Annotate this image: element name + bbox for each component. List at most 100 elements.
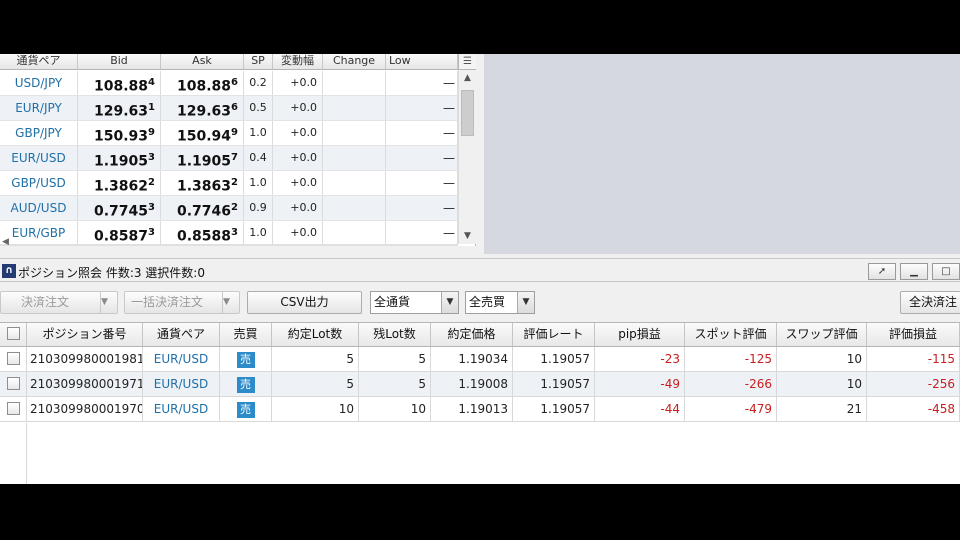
bid-price[interactable]: 0.77453 [78,196,161,220]
col-pair[interactable]: 通貨ペア [0,54,78,69]
rate-row[interactable]: EUR/JPY 129.631 129.636 0.5 +0.0— [0,96,458,121]
settle-all-button[interactable]: 全決済注 [900,291,960,314]
rate-row[interactable]: AUD/USD 0.77453 0.77462 0.9 +0.0— [0,196,458,221]
chevron-down-icon[interactable]: ▼ [222,292,239,313]
bid-pip: 2 [148,177,155,188]
rate-pair[interactable]: GBP/JPY [0,121,78,145]
ask-price[interactable]: 129.636 [161,96,244,120]
ask-price[interactable]: 0.85883 [161,221,244,245]
position-row[interactable]: 2103099800019709 EUR/USD 売 10 10 1.19013 1.190… [0,397,960,422]
position-row[interactable]: 2103099800019710 EUR/USD 売 5 5 1.19008 1.19057… [0,372,960,397]
col-currency-pair[interactable]: 通貨ペア [143,323,220,346]
row-checkbox[interactable] [0,372,27,396]
bid-price[interactable]: 1.19053 [78,146,161,170]
col-change-width[interactable]: 変動幅 [273,54,323,69]
rate-row[interactable]: EUR/USD 1.19053 1.19057 0.4 +0.0— [0,146,458,171]
position-lot: 5 [272,372,359,396]
rate-row[interactable]: EUR/GBP 0.85873 0.85883 1.0 +0.0— [0,221,458,246]
position-pair: EUR/USD [143,347,220,371]
rate-pair[interactable]: EUR/USD [0,146,78,170]
ask-price[interactable]: 1.19057 [161,146,244,170]
col-swap[interactable]: スワップ評価 [777,323,867,346]
col-sp[interactable]: SP [244,54,273,69]
position-pip-pl: -49 [595,372,685,396]
ask-main: 1.3863 [177,178,232,195]
chevron-down-icon[interactable]: ▼ [517,292,534,313]
spread: 1.0 [244,171,273,195]
change-width: +0.0 [273,196,323,220]
col-remaining-lot[interactable]: 残Lot数 [359,323,431,346]
scroll-up-icon[interactable]: ▲ [459,70,476,86]
col-spot[interactable]: スポット評価 [685,323,777,346]
bid-pip: 3 [148,202,155,213]
position-panel-title: ポジション照会 件数:3 選択件数:0 [18,266,205,280]
spread: 1.0 [244,221,273,245]
select-all-checkbox[interactable] [0,323,27,346]
rate-pair[interactable]: USD/JPY [0,71,78,95]
row-checkbox[interactable] [0,397,27,421]
checkbox-icon[interactable] [6,352,20,365]
col-bid[interactable]: Bid [78,54,161,69]
rate-pair[interactable]: EUR/GBP [0,221,78,245]
col-pip-pl[interactable]: pip損益 [595,323,685,346]
change [323,171,386,195]
col-rate[interactable]: 評価レート [513,323,595,346]
rate-row[interactable]: GBP/USD 1.38622 1.38632 1.0 +0.0— [0,171,458,196]
rate-row[interactable]: USD/JPY 108.884 108.886 0.2 +0.0— [0,71,458,96]
chevron-down-icon[interactable]: ▼ [100,292,117,313]
ask-pip: 6 [231,102,238,113]
col-side[interactable]: 売買 [220,323,272,346]
col-position-no[interactable]: ポジション番号 [27,323,143,346]
bulk-settle-order-button[interactable]: 一括決済注文 ▼ [124,291,240,314]
ask-price[interactable]: 0.77462 [161,196,244,220]
bid-main: 1.3862 [94,178,149,195]
change [323,71,386,95]
rate-pair[interactable]: GBP/USD [0,171,78,195]
bid-price[interactable]: 0.85873 [78,221,161,245]
ask-price[interactable]: 1.38632 [161,171,244,195]
rate-pair[interactable]: AUD/USD [0,196,78,220]
col-price[interactable]: 約定価格 [431,323,513,346]
scroll-thumb[interactable] [461,90,474,136]
list-icon[interactable]: ☰ [458,54,476,70]
horizontal-scrollbar[interactable]: ◀ [0,237,458,247]
currency-filter-value: 全通貨 [374,295,411,309]
rate-row[interactable]: GBP/JPY 150.939 150.949 1.0 +0.0— [0,121,458,146]
row-checkbox[interactable] [0,347,27,371]
scroll-down-icon[interactable]: ▼ [459,228,476,244]
position-pl: -115 [867,347,960,371]
sell-badge: 売 [236,401,255,418]
pin-button[interactable]: ➚ [868,263,896,280]
checkbox-icon[interactable] [6,402,20,415]
currency-filter-select[interactable]: 全通貨 ▼ [370,291,459,314]
bid-price[interactable]: 108.884 [78,71,161,95]
bid-price[interactable]: 129.631 [78,96,161,120]
ask-price[interactable]: 108.886 [161,71,244,95]
settle-order-button[interactable]: 決済注文 ▼ [0,291,118,314]
bid-price[interactable]: 150.939 [78,121,161,145]
bid-pip: 3 [148,152,155,163]
col-pl[interactable]: 評価損益 [867,323,960,346]
col-ask[interactable]: Ask [161,54,244,69]
rate-pair[interactable]: EUR/JPY [0,96,78,120]
position-row[interactable]: 2103099800019812 EUR/USD 売 5 5 1.19034 1.19057… [0,347,960,372]
side-filter-select[interactable]: 全売買 ▼ [465,291,535,314]
col-change[interactable]: Change [323,54,386,69]
position-swap: 10 [777,347,867,371]
rate-board-scrollbar[interactable]: ▲ ▼ [458,70,476,244]
checkbox-icon[interactable] [6,327,20,340]
csv-export-button[interactable]: CSV出力 [247,291,362,314]
ask-main: 108.88 [177,78,232,95]
col-low[interactable]: Low [386,54,458,69]
scroll-left-icon[interactable]: ◀ [2,237,9,247]
chevron-down-icon[interactable]: ▼ [441,292,458,313]
low: — [386,121,458,145]
position-swap: 21 [777,397,867,421]
checkbox-icon[interactable] [6,377,20,390]
minimize-button[interactable]: ▁ [900,263,928,280]
ask-pip: 6 [231,77,238,88]
maximize-button[interactable]: □ [932,263,960,280]
bid-price[interactable]: 1.38622 [78,171,161,195]
ask-price[interactable]: 150.949 [161,121,244,145]
col-lot[interactable]: 約定Lot数 [272,323,359,346]
